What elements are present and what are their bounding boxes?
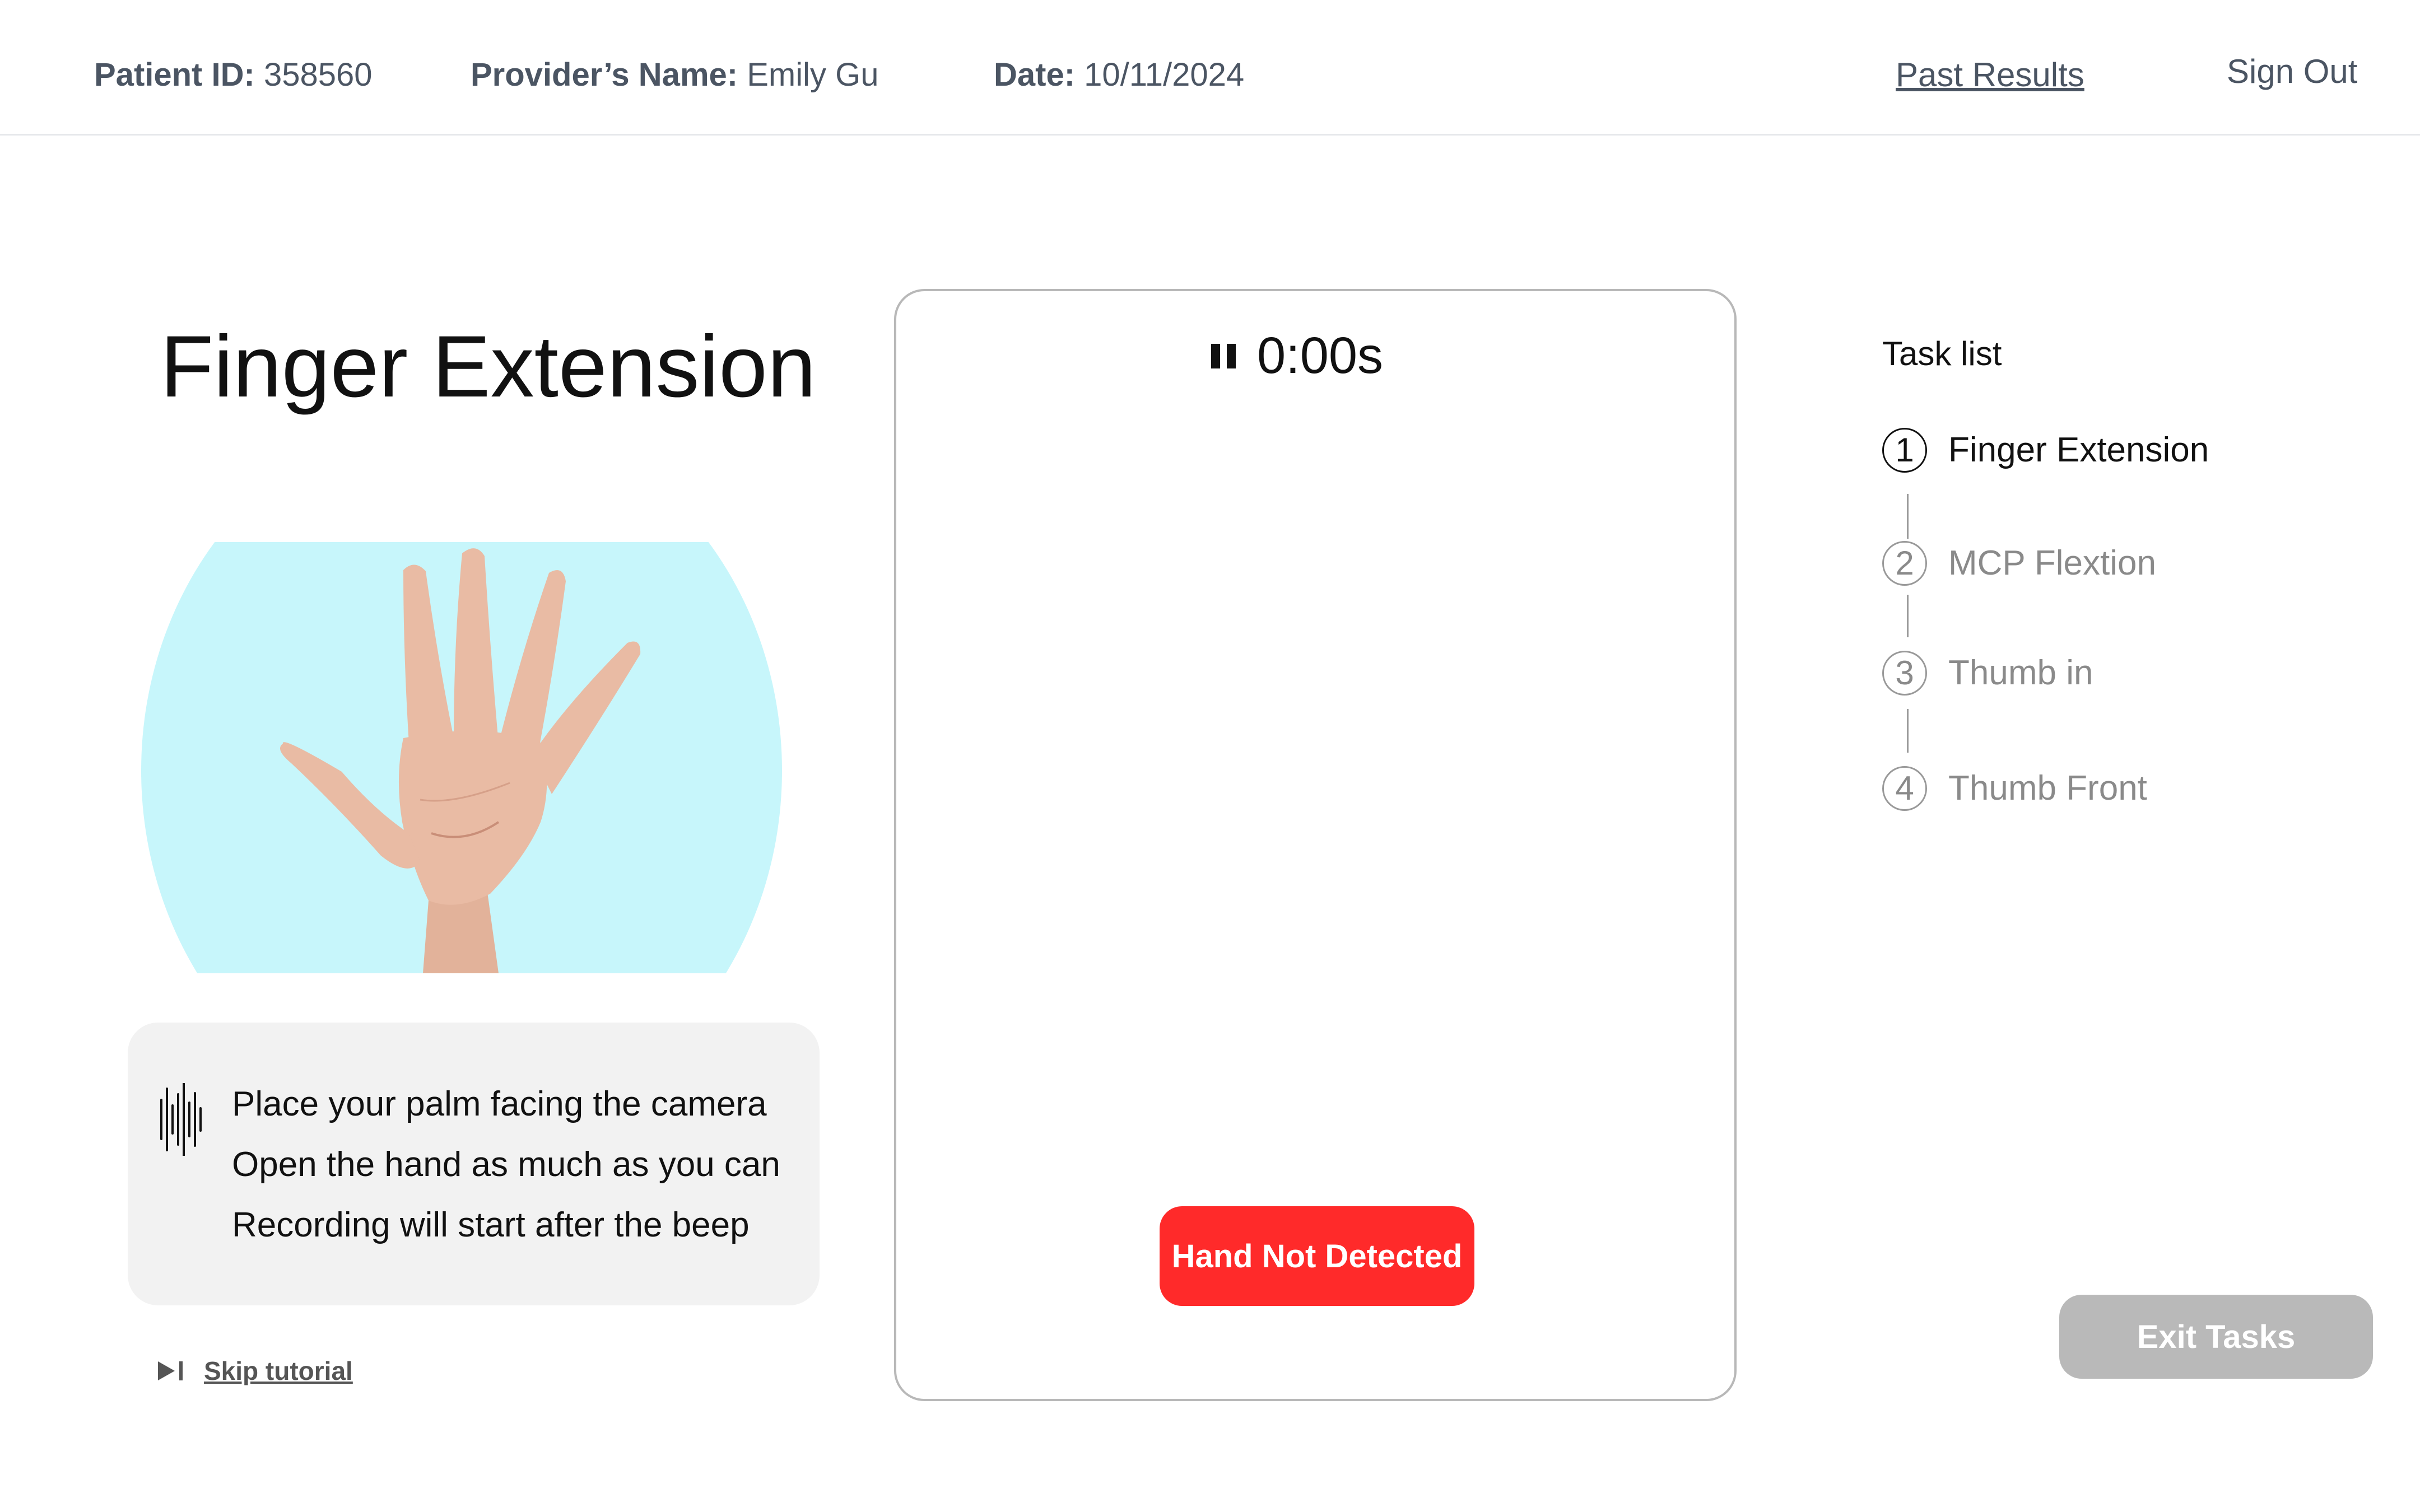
- instruction-line: Recording will start after the beep: [232, 1206, 750, 1244]
- recording-timer: 0:00s: [1210, 325, 1383, 386]
- step-connector: [1907, 494, 1909, 539]
- step-connector: [1907, 595, 1909, 637]
- step-connector: [1907, 709, 1909, 753]
- skip-tutorial-link[interactable]: Skip tutorial: [158, 1354, 353, 1388]
- pause-icon[interactable]: [1210, 342, 1237, 370]
- skip-tutorial-label: Skip tutorial: [204, 1356, 353, 1385]
- patient-id: Patient ID: 358560: [94, 53, 372, 97]
- instruction-line: Open the hand as much as you can: [232, 1145, 780, 1184]
- exit-tasks-button[interactable]: Exit Tasks: [2059, 1295, 2373, 1379]
- step-number: 1: [1882, 428, 1927, 473]
- hand-illustration: [141, 542, 782, 973]
- task-list-title: Task list: [1882, 335, 2002, 372]
- timer-value: 0:00s: [1257, 327, 1384, 384]
- patient-id-label: Patient ID:: [94, 57, 255, 93]
- step-label: Thumb in: [1948, 654, 2093, 692]
- sign-out-link[interactable]: Sign Out: [2227, 49, 2357, 94]
- task-step-finger-extension[interactable]: 1 Finger Extension: [1882, 428, 2209, 473]
- step-number: 2: [1882, 541, 1927, 586]
- audio-waveform-icon: [160, 1083, 202, 1156]
- task-step-mcp-flextion[interactable]: 2 MCP Flextion: [1882, 541, 2156, 586]
- provider-name-label: Provider’s Name:: [471, 57, 738, 93]
- provider-name: Provider’s Name: Emily Gu: [471, 53, 878, 97]
- step-label: Finger Extension: [1948, 431, 2209, 469]
- step-label: Thumb Front: [1948, 769, 2147, 808]
- provider-name-value: Emily Gu: [747, 57, 879, 93]
- task-step-thumb-in[interactable]: 3 Thumb in: [1882, 651, 2093, 696]
- camera-view: 0:00s Hand Not Detected: [894, 289, 1737, 1401]
- patient-id-value: 358560: [263, 57, 373, 93]
- past-results-link[interactable]: Past Results: [1896, 53, 2084, 97]
- task-step-thumb-front[interactable]: 4 Thumb Front: [1882, 766, 2147, 811]
- skip-forward-icon: [158, 1361, 183, 1380]
- page-title: Finger Extension: [160, 318, 816, 416]
- top-header: Patient ID: 358560 Provider’s Name: Emil…: [0, 0, 2420, 136]
- instruction-line: Place your palm facing the camera: [232, 1085, 767, 1123]
- step-label: MCP Flextion: [1948, 544, 2156, 582]
- date-label: Date:: [994, 57, 1076, 93]
- date-value: 10/11/2024: [1084, 57, 1245, 93]
- step-number: 3: [1882, 651, 1927, 696]
- instruction-card: Place your palm facing the camera Open t…: [128, 1023, 820, 1305]
- hand-status-badge: Hand Not Detected: [1160, 1206, 1474, 1306]
- session-date: Date: 10/11/2024: [994, 53, 1244, 97]
- step-number: 4: [1882, 766, 1927, 811]
